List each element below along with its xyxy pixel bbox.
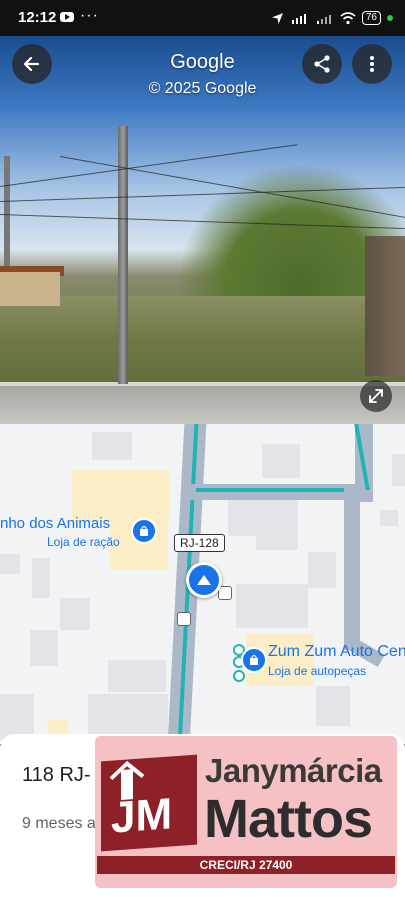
poi-pet-store-category: Loja de ração	[47, 535, 120, 549]
status-bar: 12:12 ··· 76	[0, 0, 405, 36]
expand-button[interactable]	[360, 380, 392, 412]
signal-5g-icon	[291, 13, 306, 24]
more-notifications-icon: ···	[80, 7, 99, 24]
road-highlight	[196, 488, 344, 492]
map-dot	[233, 670, 245, 682]
building	[256, 500, 298, 550]
house	[0, 272, 60, 306]
utility-pole	[118, 126, 128, 384]
bus-stop-icon[interactable]	[218, 586, 232, 600]
building	[60, 598, 90, 630]
wifi-icon	[340, 11, 356, 24]
expand-icon	[369, 389, 383, 403]
building	[308, 552, 336, 588]
charging-dot-icon	[387, 15, 393, 21]
address-text: 118 RJ-	[22, 764, 91, 786]
more-options-button[interactable]	[352, 44, 392, 84]
logo-emblem: JM	[101, 754, 197, 852]
poi-auto-parts-category: Loja de autopeças	[268, 664, 367, 678]
poi-auto-parts-name[interactable]: Zum Zum Auto Cen	[268, 643, 405, 661]
share-icon	[314, 55, 330, 73]
share-button[interactable]	[302, 44, 342, 84]
shopping-bag-icon[interactable]	[241, 647, 267, 673]
building	[32, 558, 50, 598]
side-road	[344, 500, 360, 650]
creci-registry: CRECI/RJ 27400	[97, 856, 395, 874]
logo-last-name: Mattos	[204, 789, 373, 849]
building	[228, 496, 258, 536]
building	[380, 510, 398, 526]
logo-first-name: Janymárcia	[205, 752, 382, 789]
copyright-text: © 2025 Google	[148, 80, 257, 97]
capture-date-text: 9 meses a	[22, 815, 96, 832]
building	[262, 444, 300, 478]
building	[108, 660, 166, 692]
street-view-title: Google	[170, 51, 235, 73]
street-view-position-icon[interactable]	[186, 562, 222, 598]
route-shield: RJ-128	[174, 534, 225, 552]
building	[0, 554, 20, 574]
wall	[365, 236, 405, 376]
side-road	[190, 484, 370, 500]
building	[392, 454, 405, 486]
building	[30, 630, 58, 666]
signal-icon	[316, 14, 331, 24]
building	[92, 432, 132, 460]
utility-pole-left	[4, 156, 10, 266]
street-road	[0, 386, 405, 424]
building	[236, 584, 308, 628]
shopping-bag-icon[interactable]	[131, 518, 157, 544]
more-vert-icon	[370, 56, 374, 72]
youtube-notification-icon	[60, 12, 74, 22]
poi-pet-store-name[interactable]: nho dos Animais	[0, 515, 110, 532]
clock: 12:12	[18, 9, 57, 26]
house-jm-icon: JM	[109, 760, 172, 843]
building	[88, 694, 168, 736]
location-arrow-icon	[271, 12, 283, 24]
logo-initials: JM	[111, 789, 172, 842]
bus-stop-icon[interactable]	[177, 612, 191, 626]
battery-icon: 76	[361, 11, 381, 25]
system-icons: 76	[271, 9, 393, 27]
building	[316, 686, 350, 726]
